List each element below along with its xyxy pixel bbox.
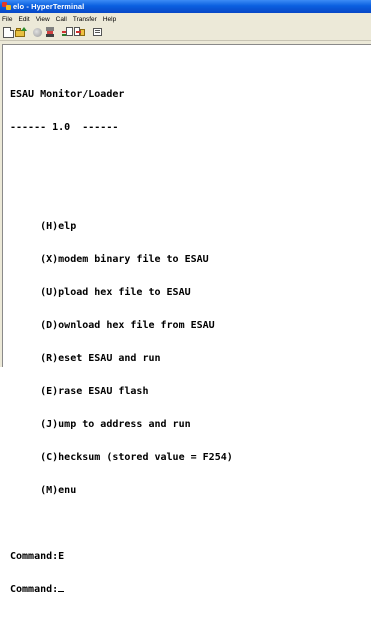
- connect-icon[interactable]: [93, 27, 104, 38]
- terminal-line: (U)pload hex file to ESAU: [10, 287, 191, 298]
- terminal-output: ESAU Monitor/Loader ------ 1.0 ------ (H…: [10, 67, 370, 617]
- new-icon[interactable]: [3, 27, 14, 38]
- terminal-line: (M)enu: [10, 485, 77, 496]
- properties-icon[interactable]: [45, 27, 56, 38]
- terminal-line: (D)ownload hex file from ESAU: [10, 320, 215, 331]
- title-bar[interactable]: elo - HyperTerminal: [0, 0, 371, 13]
- terminal-line: (X)modem binary file to ESAU: [10, 254, 209, 265]
- menu-call[interactable]: Call: [56, 16, 67, 23]
- menu-bar: File Edit View Call Transfer Help: [0, 13, 371, 25]
- menu-file[interactable]: File: [2, 16, 12, 23]
- command-prompt: Command:: [10, 584, 59, 595]
- menu-edit[interactable]: Edit: [18, 16, 29, 23]
- text-cursor: [58, 591, 65, 592]
- terminal-line: (C)hecksum (stored value = F254): [10, 452, 233, 463]
- send-icon[interactable]: [62, 27, 73, 38]
- menu-view[interactable]: View: [36, 16, 50, 23]
- receive-icon[interactable]: [74, 27, 85, 38]
- toolbar: [0, 25, 371, 41]
- hyperterminal-app-icon[interactable]: [2, 2, 11, 11]
- terminal-line: (E)rase ESAU flash: [10, 386, 149, 397]
- terminal-line: ESAU Monitor/Loader: [10, 89, 125, 100]
- terminal-line: (H)elp: [10, 221, 77, 232]
- terminal-line: (J)ump to address and run: [10, 419, 191, 430]
- terminal-line: Command:E: [10, 551, 65, 562]
- menu-transfer[interactable]: Transfer: [73, 16, 97, 23]
- menu-help[interactable]: Help: [103, 16, 116, 23]
- terminal-line: ------ 1.0 ------: [10, 122, 119, 133]
- open-icon[interactable]: [15, 27, 27, 38]
- terminal-area[interactable]: ESAU Monitor/Loader ------ 1.0 ------ (H…: [2, 44, 371, 595]
- window-title: elo - HyperTerminal: [13, 2, 85, 11]
- disconnect-icon[interactable]: [33, 28, 42, 37]
- terminal-line: (R)eset ESAU and run: [10, 353, 161, 364]
- command-prompt-line[interactable]: Command:: [10, 584, 370, 595]
- hyperterminal-window: elo - HyperTerminal File Edit View Call …: [0, 0, 371, 595]
